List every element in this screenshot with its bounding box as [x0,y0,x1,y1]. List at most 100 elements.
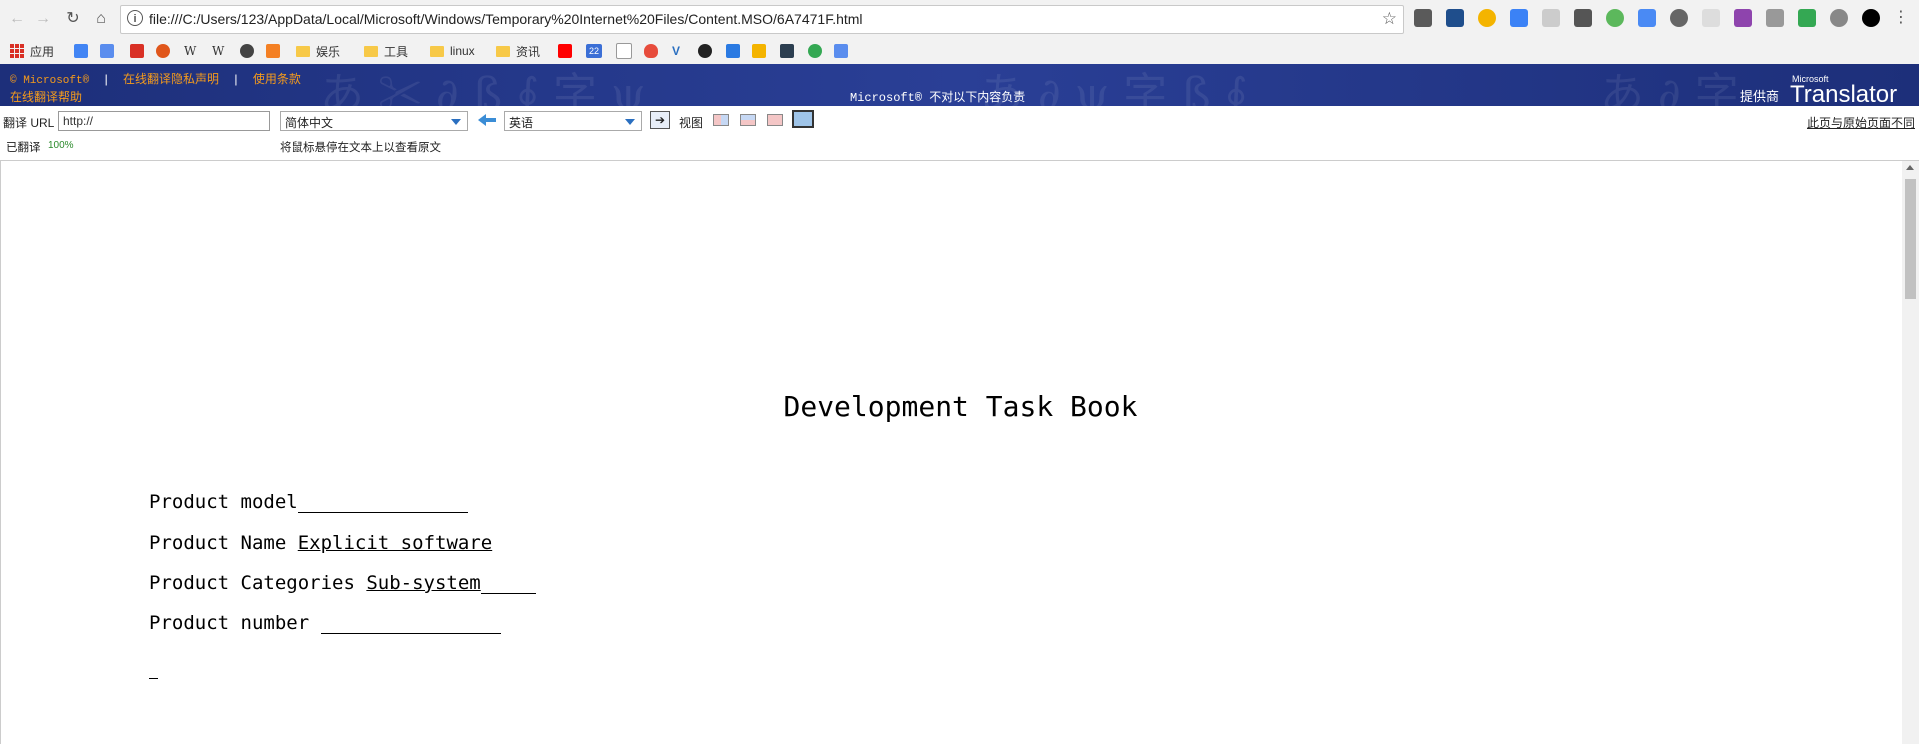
camera-icon[interactable] [1542,9,1560,27]
field-product-model: Product model [149,491,468,513]
to-language-select[interactable]: 英语 [504,111,642,131]
bookmark-entertainment[interactable]: 娱乐 [296,42,340,60]
brand-name: Translator [1790,81,1898,107]
field-label: Product number [149,612,310,634]
swap-languages-icon[interactable] [476,112,498,128]
folder-icon [364,45,378,57]
folder-ext-icon[interactable] [1766,9,1784,27]
translator-toolbar: 翻译 URL 简体中文 英语 ➔ 视图 此页与原始页面不同 已翻译 100% 将… [0,106,1919,161]
document-frame: Development Task Book Product model Prod… [0,161,1919,744]
help-link[interactable]: 在线翻译帮助 [10,88,82,105]
home-icon[interactable]: ⌂ [90,8,112,30]
privacy-link[interactable]: 在线翻译隐私声明 [123,72,219,86]
from-language-value: 简体中文 [285,116,334,130]
info-icon[interactable]: i [127,10,143,26]
c-icon[interactable] [240,42,259,60]
translate-icon[interactable] [1638,9,1656,27]
hover-view-icon[interactable] [767,114,783,126]
github-icon[interactable] [1830,9,1848,27]
amazon-icon[interactable] [616,42,637,60]
calendar-icon[interactable]: 22 [586,42,607,60]
forward-icon[interactable]: → [32,8,54,30]
translate-progress: 100% [48,140,74,151]
url-label: 翻译 URL [3,116,55,130]
film-icon[interactable] [780,42,799,60]
page-mismatch-link[interactable]: 此页与原始页面不同 [1807,114,1915,131]
inbox-icon[interactable] [1702,9,1720,27]
flame-icon[interactable] [644,42,663,60]
scroll-up-icon[interactable] [1906,165,1914,170]
v-icon[interactable]: V [672,42,680,60]
music-icon[interactable] [156,42,175,60]
field-blank [320,613,501,634]
translate2-icon[interactable] [834,42,853,60]
wiki2-icon[interactable]: W [212,42,224,60]
to-language-value: 英语 [509,116,534,130]
translate-url-input[interactable] [58,111,270,131]
reload-icon[interactable]: ↻ [62,8,84,30]
hover-hint: 将鼠标悬停在文本上以查看原文 [280,142,441,154]
menu-icon[interactable]: ⋮ [1892,9,1910,27]
side-by-side-view-icon[interactable] [713,114,729,126]
translation-only-view-icon[interactable] [792,110,814,128]
bookmark-label: linux [450,44,475,58]
banner-decoration: あ ∂ 字 [1600,69,1739,106]
bookmark-linux[interactable]: linux [430,42,475,60]
circle-icon[interactable] [1862,9,1880,27]
translate-bm-icon[interactable] [100,42,119,60]
field-label: Product model [149,491,298,513]
stack-icon[interactable] [266,42,285,60]
field-blank [149,664,158,679]
field-product-categories: Product Categories Sub-system [149,572,536,594]
layout-icon[interactable] [726,42,745,60]
field-label: Product Name [149,532,287,554]
bookmarks-bar: 应用 W W 娱乐 工具 linux 资讯 22 V [0,38,1919,64]
translator-banner: あ ✂ ∂ ß ∮ 字 ψ あ ∂ ψ 字 ß ∮ あ ∂ 字 © Micros… [0,64,1919,106]
back-icon[interactable]: ← [6,8,28,30]
translator-logo[interactable]: Microsoft Translator [1790,74,1897,106]
google-icon[interactable] [74,42,93,60]
field-product-name: Product Name Explicit software [149,532,492,554]
w-icon[interactable] [1606,9,1624,27]
banner-links: © Microsoft® | 在线翻译隐私声明 | 使用条款 [10,72,301,87]
folder-icon [296,45,310,57]
bookmark-news[interactable]: 资讯 [496,42,540,60]
note-icon[interactable] [752,42,771,60]
field-blank [480,573,536,594]
folder-icon [430,45,444,57]
top-bottom-view-icon[interactable] [740,114,756,126]
bookmark-tools[interactable]: 工具 [364,42,408,60]
coin-icon[interactable] [1478,9,1496,27]
nav-row: ← → ↻ ⌂ i file:///C:/Users/123/AppData/L… [0,0,1919,38]
google2-icon[interactable] [808,42,827,60]
address-url[interactable]: file:///C:/Users/123/AppData/Local/Micro… [149,11,863,27]
drive-icon[interactable] [1798,9,1816,27]
gauge-icon[interactable] [1670,9,1688,27]
feather-icon[interactable] [1734,9,1752,27]
lock-icon[interactable] [1574,9,1592,27]
cap-icon[interactable] [1510,9,1528,27]
chevron-down-icon [625,119,635,125]
translated-label: 已翻译 [6,142,41,154]
github-bm-icon[interactable] [698,42,717,60]
pocket-icon[interactable] [1414,9,1432,27]
bookmark-apps[interactable]: 应用 [10,42,54,60]
scrollbar-thumb[interactable] [1905,179,1916,299]
address-bar[interactable]: i file:///C:/Users/123/AppData/Local/Mic… [120,5,1404,34]
terms-link[interactable]: 使用条款 [253,72,301,86]
youtube-icon[interactable] [558,42,577,60]
apps-grid-icon [10,44,24,58]
bookmark-star-icon[interactable]: ☆ [1382,9,1397,29]
bookmark-label: 资讯 [516,44,541,59]
chevron-down-icon [451,119,461,125]
wiki-icon[interactable]: W [184,42,196,60]
vertical-scrollbar[interactable] [1902,161,1919,744]
translate-go-button[interactable]: ➔ [650,111,670,129]
disclaimer: Microsoft® 不对以下内容负责 [850,91,1026,105]
stats-icon[interactable] [1446,9,1464,27]
folder-icon [496,45,510,57]
gmail-icon[interactable] [130,42,149,60]
copyright: © Microsoft® [10,75,90,87]
browser-chrome: ← → ↻ ⌂ i file:///C:/Users/123/AppData/L… [0,0,1919,65]
from-language-select[interactable]: 简体中文 [280,111,468,131]
